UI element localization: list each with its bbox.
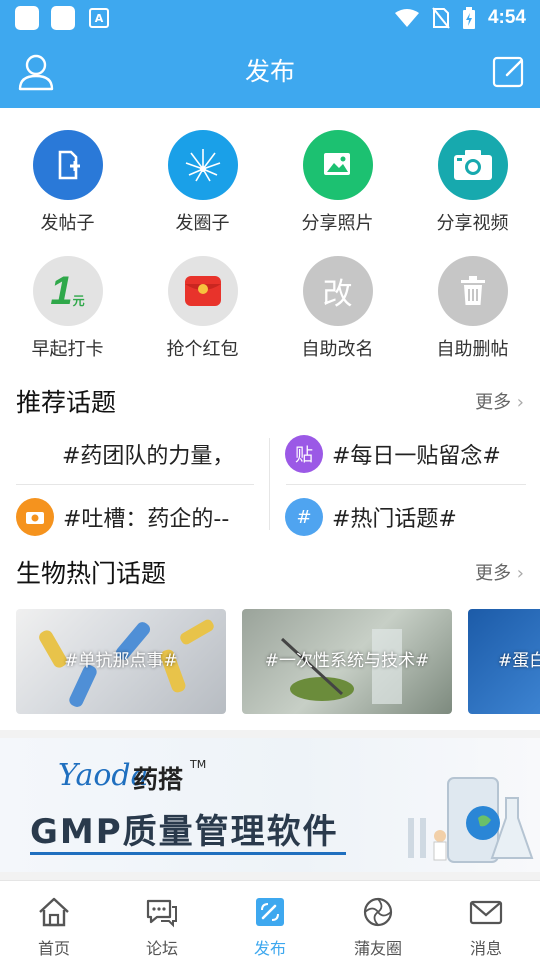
action-label: 早起打卡 (31, 339, 104, 360)
text-notification-icon: A (89, 8, 109, 28)
topic-card[interactable]: #蛋白 (468, 609, 540, 714)
notification-app-icon (51, 6, 75, 30)
topic-card[interactable]: #单抗那点事# (16, 609, 226, 714)
action-label: 自助改名 (301, 339, 374, 360)
bio-topic-cards[interactable]: #单抗那点事# #一次性系统与技术# #蛋白 (0, 609, 540, 715)
publish-icon (256, 898, 284, 926)
action-rename[interactable]: 改 自助改名 (270, 234, 405, 360)
tab-publish[interactable]: 发布 (216, 881, 324, 960)
app-header: 发布 (0, 36, 540, 108)
action-label: 自助删帖 (436, 339, 509, 360)
home-icon (39, 897, 69, 927)
action-label: 发圈子 (175, 213, 230, 234)
banner-brand: 药搭 (133, 765, 184, 794)
section-title: 推荐话题 (16, 388, 117, 417)
wifi-icon (394, 9, 419, 27)
action-share-video[interactable]: 分享视频 (405, 108, 540, 234)
new-post-icon (32, 130, 103, 200)
topic-title: #吐槽：药企的-- (63, 507, 230, 532)
topic-card[interactable]: #一次性系统与技术# (242, 609, 452, 714)
tab-label: 蒲友圈 (353, 939, 402, 958)
card-title: #单抗那点事# (64, 651, 178, 671)
action-label: 发帖子 (40, 213, 95, 234)
topic-title: #药团队的力量， (62, 444, 235, 469)
recommended-section-header: 推荐话题 更多 › (0, 383, 540, 423)
hashtag-icon: # (285, 498, 323, 536)
tab-label: 论坛 (145, 939, 178, 958)
action-label: 抢个红包 (166, 339, 239, 360)
friends-circle-icon (363, 897, 393, 927)
ad-banner[interactable]: Yaoda 药搭 TM GMP质量管理软件 (0, 738, 540, 872)
card-title: #蛋白 (498, 651, 540, 671)
topic-item[interactable]: #吐槽：药企的-- (16, 497, 261, 537)
chevron-right-icon: › (511, 392, 524, 413)
edit-icon[interactable] (492, 54, 526, 88)
divider (269, 438, 270, 530)
circle-icon (167, 130, 238, 200)
no-sim-icon (432, 7, 450, 29)
action-label: 分享视频 (436, 213, 509, 234)
rename-icon: 改 (302, 256, 373, 326)
divider (16, 484, 254, 485)
status-bar: A 4:54 (0, 0, 540, 36)
trash-icon (437, 256, 508, 326)
bio-section-header: 生物热门话题 更多 › (0, 554, 540, 594)
notification-app-icon (15, 6, 39, 30)
page-title: 发布 (244, 57, 295, 86)
topic-item[interactable]: 贴 #每日一贴留念# (285, 434, 530, 474)
lab-equipment-illustration (408, 777, 534, 863)
action-delete-post[interactable]: 自助删帖 (405, 234, 540, 360)
banner-headline: GMP质量管理软件 (30, 812, 339, 852)
camera-icon (437, 130, 508, 200)
chevron-right-icon: › (511, 563, 524, 584)
photo-icon (302, 130, 373, 200)
tab-label: 消息 (469, 939, 502, 958)
checkin-icon: 1元 (32, 256, 103, 326)
divider (286, 484, 526, 485)
banner-underline (30, 852, 346, 855)
mail-icon (469, 900, 503, 925)
action-red-envelope[interactable]: 抢个红包 (135, 234, 270, 360)
tab-label: 发布 (253, 939, 286, 958)
more-link[interactable]: 更多 › (475, 383, 524, 423)
action-share-photo[interactable]: 分享照片 (270, 108, 405, 234)
bottom-tab-bar: 首页 论坛 发布 蒲友圈 消息 (0, 880, 540, 960)
action-label: 分享照片 (301, 213, 374, 234)
tab-home[interactable]: 首页 (0, 881, 108, 960)
forum-icon (146, 899, 177, 928)
tab-forum[interactable]: 论坛 (108, 881, 216, 960)
more-link[interactable]: 更多 › (475, 554, 524, 594)
action-checkin[interactable]: 1元 早起打卡 (0, 234, 135, 360)
card-title: #一次性系统与技术# (264, 651, 430, 671)
section-title: 生物热门话题 (16, 559, 167, 588)
trademark: TM (190, 758, 207, 771)
action-new-post[interactable]: 发帖子 (0, 108, 135, 234)
topic-title: #每日一贴留念# (332, 444, 501, 469)
topic-item[interactable]: #药团队的力量， (62, 434, 262, 474)
camera-icon (16, 498, 54, 536)
tab-friends-circle[interactable]: 蒲友圈 (324, 881, 432, 960)
clock: 4:54 (487, 7, 526, 28)
daily-post-icon: 贴 (285, 435, 323, 473)
topic-title: #热门话题# (332, 507, 457, 532)
action-new-circle[interactable]: 发圈子 (135, 108, 270, 234)
topic-item[interactable]: # #热门话题# (285, 497, 530, 537)
red-envelope-icon (167, 256, 238, 326)
tab-messages[interactable]: 消息 (432, 881, 540, 960)
battery-icon (462, 7, 475, 29)
tab-label: 首页 (37, 939, 70, 958)
